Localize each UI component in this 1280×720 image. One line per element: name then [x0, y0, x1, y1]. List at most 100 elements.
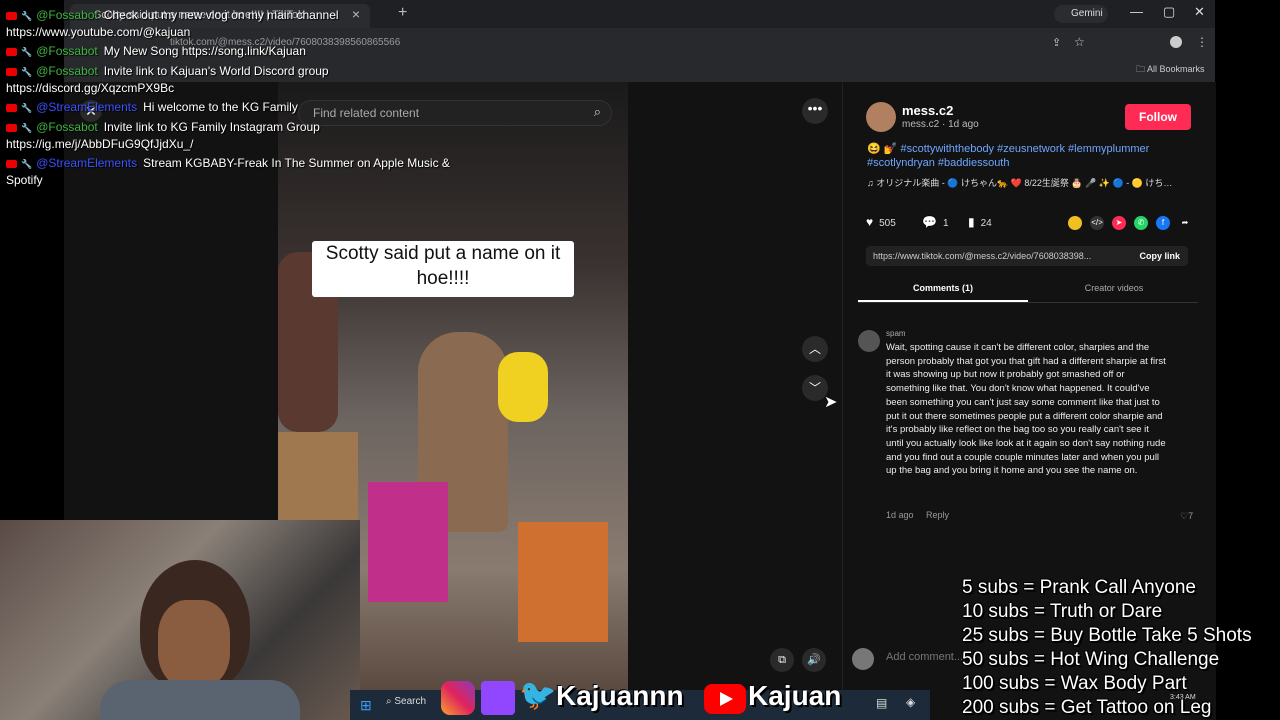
- chat-message: 🔧 @StreamElements Stream KGBABY-Freak In T…: [6, 155, 526, 188]
- streamer-body: [100, 680, 300, 720]
- wrench-icon: 🔧: [21, 47, 33, 57]
- all-bookmarks[interactable]: 🗀 All Bookmarks: [1136, 62, 1205, 78]
- gemini-button[interactable]: Gemini: [1054, 5, 1108, 23]
- gemini-label: Gemini: [1071, 8, 1103, 19]
- previous-video-icon[interactable]: ︿: [802, 336, 828, 362]
- chat-user: @Fossabot: [36, 44, 98, 58]
- heart-icon: ♥: [866, 215, 874, 229]
- goal-item: 10 subs = Truth or Dare: [962, 601, 1163, 622]
- chat-message: 🔧 @Fossabot Check out my new vlog on my ma…: [6, 7, 526, 40]
- copy-link-button[interactable]: Copy link: [1139, 251, 1180, 261]
- all-bookmarks-label: All Bookmarks: [1147, 64, 1205, 74]
- wrench-icon: 🔧: [21, 159, 33, 169]
- post-music[interactable]: ♫ オリジナル楽曲 - 🔵 けちゃん🐆 ❤️ 8/22生誕祭 🎂 🎤 ✨ 🔵 -…: [867, 176, 1197, 189]
- gift-bag: [518, 522, 608, 642]
- comment-like-button[interactable]: ♡7: [1180, 511, 1193, 522]
- share-friends-icon[interactable]: [1068, 216, 1082, 230]
- pip-icon[interactable]: ⧉: [770, 648, 794, 672]
- search-icon[interactable]: ⌕: [594, 104, 601, 120]
- wrench-icon: 🔧: [21, 67, 33, 77]
- taskbar-search-label: Search: [394, 696, 427, 707]
- gift-bag: [368, 482, 448, 602]
- active-tab-indicator: [858, 300, 1028, 302]
- profile-avatar[interactable]: [1170, 36, 1182, 48]
- wrench-icon: 🔧: [21, 103, 33, 113]
- youtube-badge-icon: [6, 67, 17, 76]
- mouse-cursor-icon: ➤: [824, 394, 838, 411]
- save-count: 24: [980, 218, 992, 229]
- bookmark-star-icon[interactable]: ☆: [1074, 35, 1085, 49]
- twitch-icon: [481, 681, 515, 715]
- more-share-icon[interactable]: ➦: [1178, 216, 1192, 230]
- send-icon[interactable]: ➤: [1112, 216, 1126, 230]
- commenter-avatar[interactable]: [858, 330, 880, 352]
- tab-comments[interactable]: Comments (1): [858, 283, 1028, 293]
- chat-text-extra: https://ig.me/j/AbbDFuG9QfJjdXu_/: [6, 137, 194, 151]
- my-avatar: [852, 648, 874, 670]
- bookmark-icon: ▮: [968, 215, 975, 229]
- streamer-face: [158, 600, 230, 688]
- twitter-icon: 🐦: [519, 679, 557, 712]
- maximize-icon[interactable]: ▢: [1163, 4, 1175, 20]
- facebook-icon[interactable]: f: [1156, 216, 1170, 230]
- goal-item: 50 subs = Hot Wing Challenge: [962, 649, 1220, 670]
- creator-avatar[interactable]: [866, 102, 896, 132]
- windows-start-icon[interactable]: ⊞: [360, 697, 372, 714]
- close-window-icon[interactable]: ✕: [1194, 4, 1205, 20]
- comment-icon: 💬: [922, 215, 937, 229]
- app-icon[interactable]: ▤: [876, 696, 887, 710]
- chat-text: Invite link to Kajuan's World Discord gr…: [103, 64, 329, 78]
- taskbar-search[interactable]: ⌕ Search: [386, 696, 438, 714]
- comment-meta: 1d ago Reply: [886, 510, 959, 520]
- chat-message: 🔧 @Fossabot Invite link to Kajuan's World …: [6, 63, 526, 96]
- heart-outline-icon: ♡: [1180, 511, 1189, 521]
- goal-item: 100 subs = Wax Body Part: [962, 673, 1187, 694]
- add-comment-input[interactable]: Add comment...: [886, 651, 963, 663]
- more-options-icon[interactable]: •••: [802, 98, 828, 124]
- pikachu-plush: [498, 352, 548, 422]
- creator-username[interactable]: mess.c2: [902, 103, 953, 118]
- goal-item: 25 subs = Buy Bottle Take 5 Shots: [962, 625, 1252, 646]
- chat-message: 🔧 @Fossabot My New Song https://song.link/…: [6, 43, 526, 60]
- minimize-icon[interactable]: —: [1130, 4, 1143, 19]
- chat-user: @StreamElements: [36, 156, 138, 170]
- reply-button[interactable]: Reply: [926, 510, 949, 520]
- youtube-badge-icon: [6, 103, 17, 112]
- youtube-badge-icon: [6, 47, 17, 56]
- embed-icon[interactable]: </>: [1090, 216, 1104, 230]
- tab-creator-videos[interactable]: Creator videos: [1030, 283, 1198, 293]
- app-icon[interactable]: ◈: [906, 695, 915, 709]
- chat-user: @Fossabot: [36, 120, 98, 134]
- whatsapp-icon[interactable]: ✆: [1134, 216, 1148, 230]
- post-hashtags[interactable]: 😆 💅 #scottywiththebody #zeusnetwork #lem…: [867, 142, 1187, 170]
- chat-text-extra: https://www.youtube.com/@kajuan: [6, 25, 191, 39]
- volume-icon[interactable]: 🔊: [802, 648, 826, 672]
- commenter-username[interactable]: spam: [886, 329, 906, 338]
- like-count: 505: [879, 218, 896, 229]
- social-handle: Kajuannn: [556, 680, 684, 711]
- chat-text: Check out my new vlog on my main channel: [103, 8, 339, 22]
- comment-time: 1d ago: [886, 510, 914, 520]
- save-button[interactable]: ▮ 24: [968, 215, 992, 229]
- comment-button[interactable]: 💬 1: [922, 215, 949, 229]
- youtube-badge-icon: [6, 123, 17, 132]
- chat-text: My New Song https://song.link/Kajuan: [103, 44, 306, 58]
- comment-count: 1: [942, 218, 949, 229]
- chat-message: 🔧 @Fossabot Invite link to KG Family Insta…: [6, 119, 526, 152]
- video-caption: Scotty said put a name on it hoe!!!!: [312, 241, 574, 297]
- follow-button[interactable]: Follow: [1125, 104, 1191, 130]
- install-icon[interactable]: ⇪: [1052, 36, 1061, 49]
- wrench-icon: 🔧: [21, 11, 33, 21]
- webcam-feed: [0, 520, 360, 720]
- menu-icon[interactable]: ⋮: [1196, 35, 1208, 49]
- sub-goals: 5 subs = Prank Call Anyone 10 subs = Tru…: [962, 576, 1252, 720]
- link-box: https://www.tiktok.com/@mess.c2/video/76…: [866, 246, 1188, 266]
- creator-subline: mess.c2 · 1d ago: [902, 119, 979, 130]
- like-button[interactable]: ♥ 505: [866, 215, 896, 229]
- chat-text: Hi welcome to the KG Family: [143, 100, 298, 114]
- chat-user: @StreamElements: [36, 100, 138, 114]
- chat-text: Invite link to KG Family Instagram Group: [103, 120, 320, 134]
- chat-message: 🔧 @StreamElements Hi welcome to the KG Fam…: [6, 99, 526, 116]
- comment-like-count: 7: [1188, 511, 1194, 521]
- post-link: https://www.tiktok.com/@mess.c2/video/76…: [873, 251, 1092, 261]
